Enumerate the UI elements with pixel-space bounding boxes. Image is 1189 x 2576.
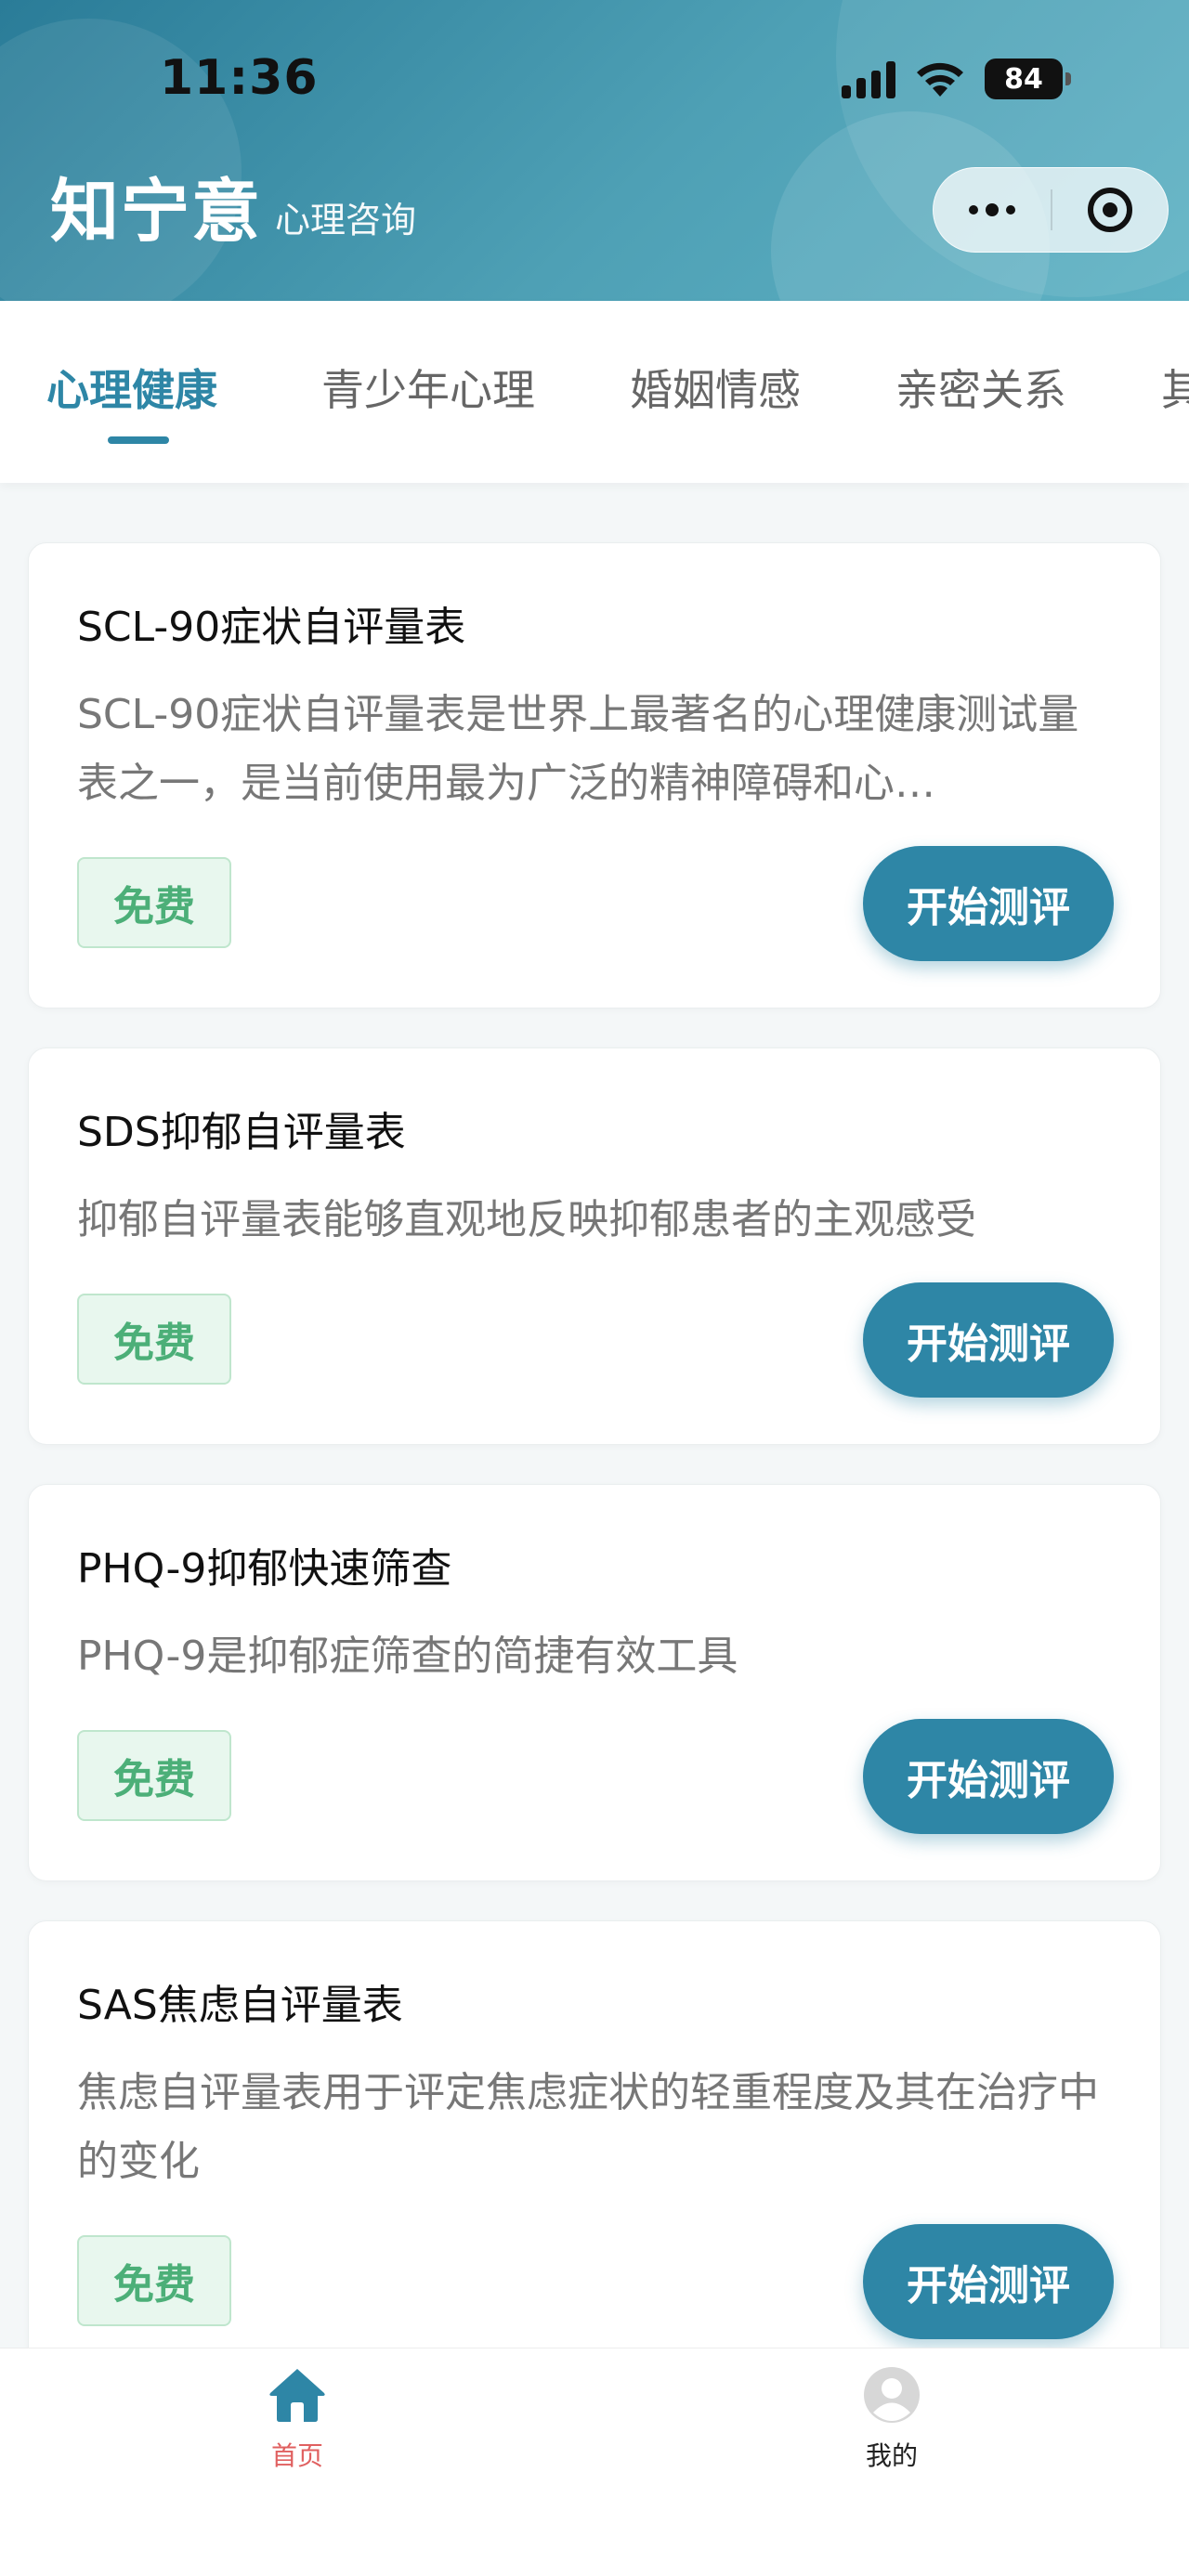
free-badge: 免费 (77, 857, 231, 948)
start-assessment-button[interactable]: 开始测评 (863, 2224, 1114, 2339)
nav-label-mine: 我的 (865, 2440, 918, 2471)
bottom-tab-bar: 首页 我的 (0, 2348, 1189, 2576)
tab-marriage-emotion[interactable]: 婚姻情感 (630, 357, 801, 418)
nav-item-home[interactable]: 首页 (0, 2348, 594, 2576)
wifi-icon (914, 59, 966, 98)
start-assessment-button[interactable]: 开始测评 (863, 1282, 1114, 1398)
free-badge: 免费 (77, 2235, 231, 2326)
assessment-card[interactable]: SDS抑郁自评量表 抑郁自评量表能够直观地反映抑郁患者的主观感受 免费 开始测评 (28, 1047, 1161, 1445)
app-title: 知宁意 (50, 172, 262, 252)
free-badge: 免费 (77, 1730, 231, 1821)
assessment-card[interactable]: SCL-90症状自评量表 SCL-90症状自评量表是世界上最著名的心理健康测试量… (28, 542, 1161, 1008)
category-tabs: 心理健康 青少年心理 婚姻情感 亲密关系 其 (0, 301, 1189, 483)
card-description: 焦虑自评量表用于评定焦虑症状的轻重程度及其在治疗中的变化 (77, 2069, 1099, 2185)
card-description: 抑郁自评量表能够直观地反映抑郁患者的主观感受 (77, 1196, 976, 1243)
cellular-signal-icon (842, 59, 895, 98)
active-tab-indicator (108, 436, 169, 444)
card-description: SCL-90症状自评量表是世界上最著名的心理健康测试量表之一，是当前使用最为广泛… (77, 691, 1079, 807)
nav-item-mine[interactable]: 我的 (594, 2348, 1189, 2576)
assessment-card[interactable]: PHQ-9抑郁快速筛查 PHQ-9是抑郁症筛查的简捷有效工具 免费 开始测评 (28, 1484, 1161, 1881)
miniprogram-capsule (933, 167, 1169, 253)
home-icon (269, 2369, 325, 2422)
nav-label-home: 首页 (270, 2440, 323, 2471)
card-title: PHQ-9抑郁快速筛查 (77, 1545, 452, 1593)
battery-icon: 84 (985, 59, 1071, 99)
user-icon (864, 2367, 920, 2423)
start-assessment-button[interactable]: 开始测评 (863, 846, 1114, 961)
card-title: SCL-90症状自评量表 (77, 604, 466, 651)
app-header: 11:36 84 知宁意 心理咨询 (0, 0, 1189, 301)
tab-other[interactable]: 其 (1161, 357, 1189, 418)
more-options-icon[interactable] (934, 168, 1051, 252)
close-miniprogram-icon[interactable] (1052, 168, 1168, 252)
status-time: 11:36 (160, 50, 319, 106)
free-badge: 免费 (77, 1294, 231, 1385)
app-subtitle: 心理咨询 (275, 200, 417, 241)
tab-teen-psychology[interactable]: 青少年心理 (321, 357, 535, 418)
assessment-card[interactable]: SAS焦虑自评量表 焦虑自评量表用于评定焦虑症状的轻重程度及其在治疗中的变化 免… (28, 1920, 1161, 2387)
card-description: PHQ-9是抑郁症筛查的简捷有效工具 (77, 1633, 738, 1680)
tab-intimate-relationship[interactable]: 亲密关系 (895, 357, 1066, 418)
card-title: SAS焦虑自评量表 (77, 1982, 403, 2029)
status-icons: 84 (842, 56, 1071, 102)
start-assessment-button[interactable]: 开始测评 (863, 1719, 1114, 1834)
card-title: SDS抑郁自评量表 (77, 1109, 406, 1156)
tab-mental-health[interactable]: 心理健康 (46, 357, 217, 418)
